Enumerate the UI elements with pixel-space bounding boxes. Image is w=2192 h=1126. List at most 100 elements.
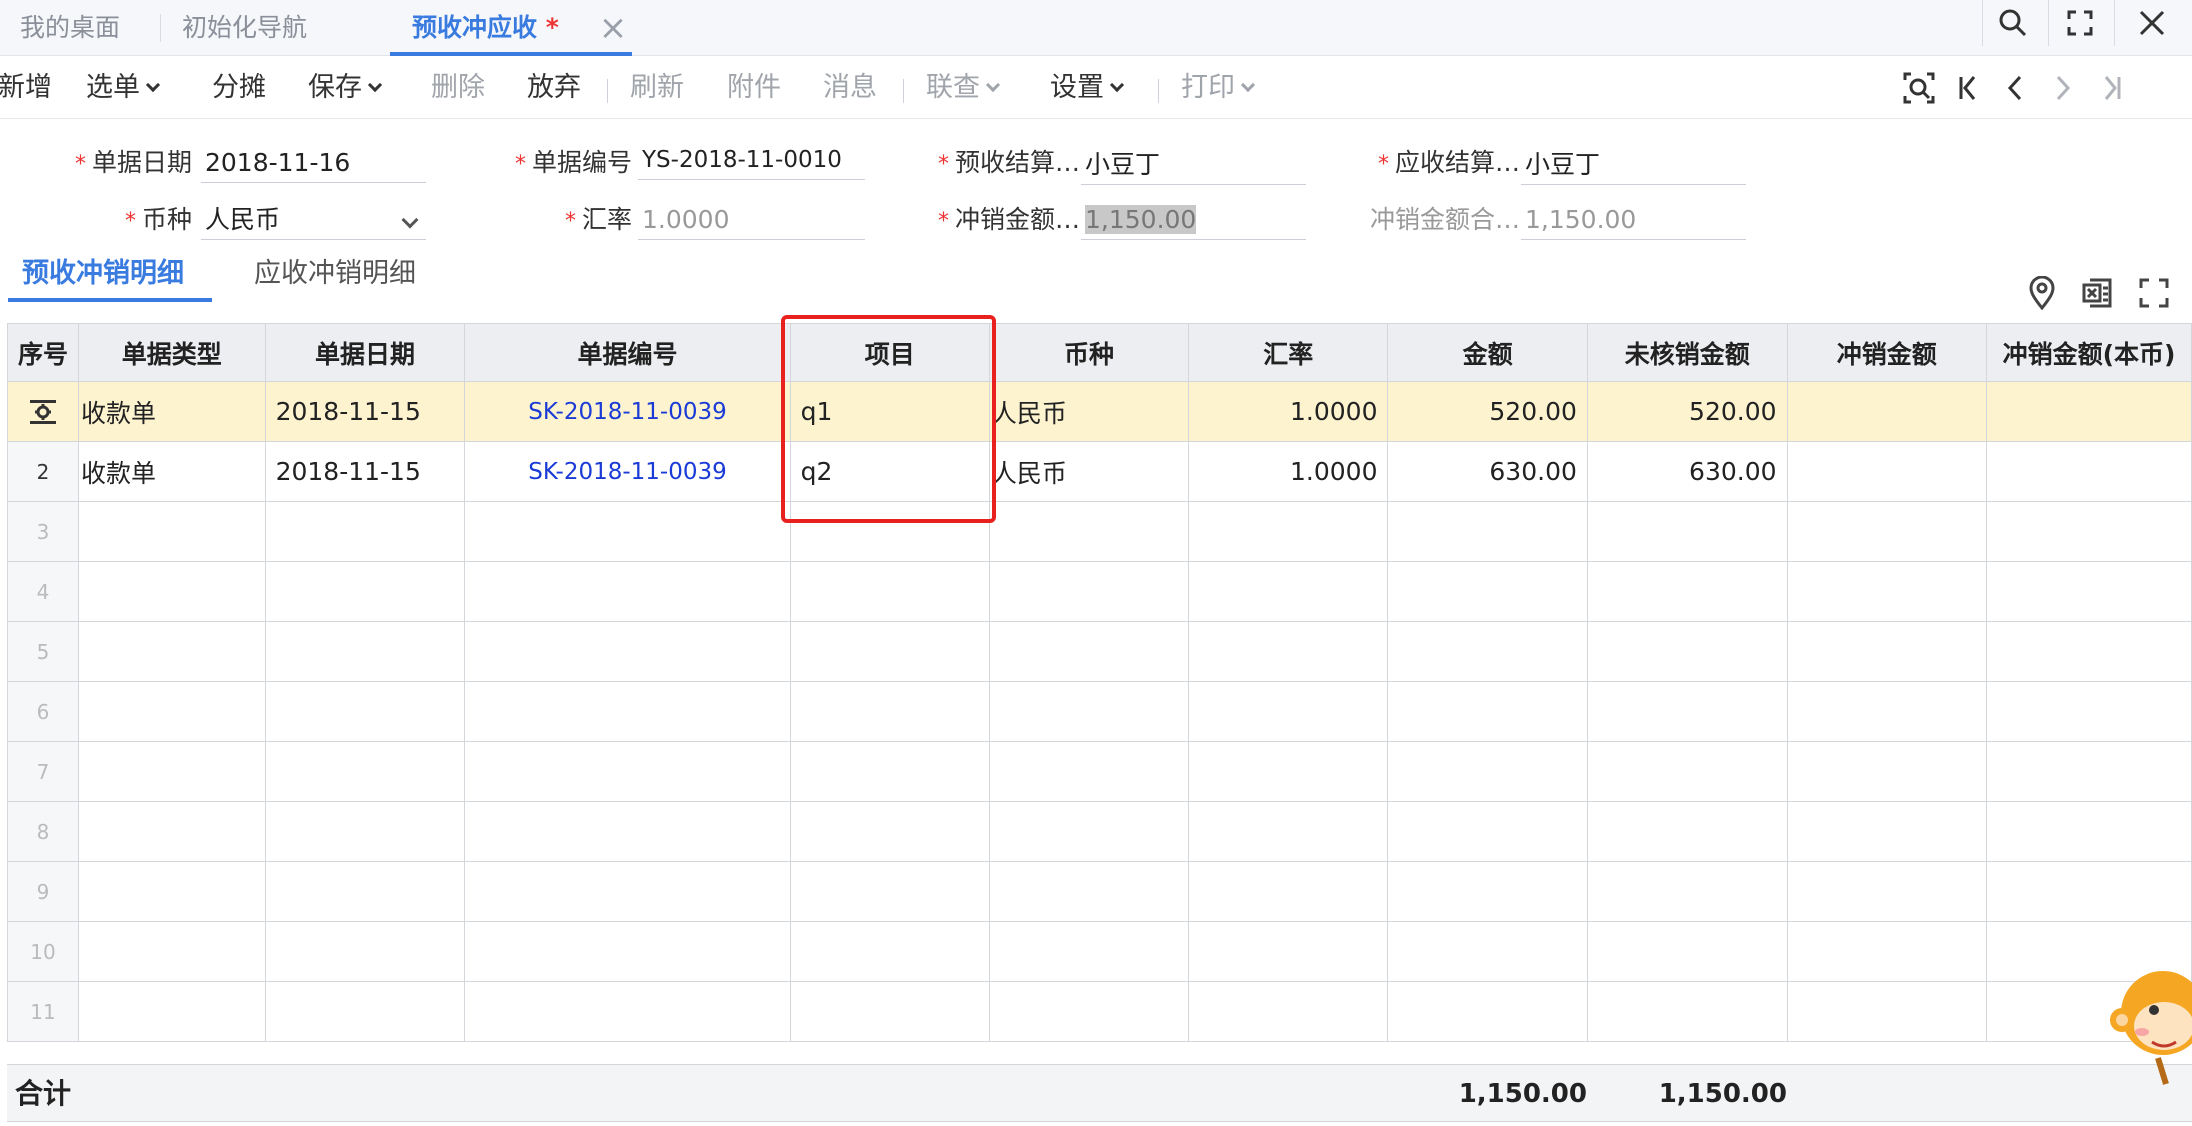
- maximize-icon[interactable]: [2048, 0, 2112, 46]
- table-cell[interactable]: [988, 741, 1190, 802]
- table-cell[interactable]: [78, 921, 266, 982]
- table-cell[interactable]: [1786, 681, 1988, 742]
- table-cell[interactable]: [1188, 861, 1389, 922]
- table-cell[interactable]: [78, 621, 266, 682]
- tab-prepay-offset-receivable[interactable]: 预收冲应收 *: [412, 0, 559, 56]
- table-cell[interactable]: [264, 681, 466, 742]
- table-cell[interactable]: [1188, 621, 1389, 682]
- table-cell[interactable]: [1387, 561, 1588, 622]
- last-record-icon[interactable]: [2092, 69, 2130, 107]
- tab-receivable-detail[interactable]: 应收冲销明细: [254, 252, 416, 296]
- table-row[interactable]: 8: [6, 801, 2192, 862]
- table-cell[interactable]: [264, 621, 466, 682]
- cell-writeoff[interactable]: [1786, 381, 1988, 442]
- table-cell[interactable]: [1188, 921, 1389, 982]
- table-cell[interactable]: [1786, 561, 1988, 622]
- table-cell[interactable]: [1986, 621, 2192, 682]
- table-cell[interactable]: [1586, 921, 1788, 982]
- table-cell[interactable]: [1387, 981, 1588, 1042]
- cell-currency[interactable]: 人民币: [988, 441, 1190, 502]
- table-cell[interactable]: [464, 861, 791, 922]
- table-cell[interactable]: [1586, 501, 1788, 562]
- currency-select[interactable]: 人民币: [201, 200, 426, 240]
- table-cell[interactable]: [1786, 501, 1988, 562]
- table-cell[interactable]: [264, 801, 466, 862]
- table-cell[interactable]: [1188, 561, 1389, 622]
- table-cell[interactable]: [1387, 681, 1588, 742]
- table-cell[interactable]: [264, 981, 466, 1042]
- table-cell[interactable]: [78, 681, 266, 742]
- table-cell[interactable]: [78, 741, 266, 802]
- row-operation-icon[interactable]: [28, 397, 58, 427]
- table-cell[interactable]: [1586, 621, 1788, 682]
- table-cell[interactable]: [264, 741, 466, 802]
- preview-icon[interactable]: [1900, 69, 1938, 107]
- table-cell[interactable]: [1986, 741, 2192, 802]
- table-cell[interactable]: [1188, 741, 1389, 802]
- new-button[interactable]: 新增: [0, 57, 52, 119]
- table-row[interactable]: 11: [6, 981, 2192, 1042]
- cell-doc-date[interactable]: 2018-11-15: [264, 441, 466, 502]
- writeoff-total-field[interactable]: 1,150.00: [1521, 200, 1746, 240]
- allocate-button[interactable]: 分摊: [212, 57, 266, 119]
- table-cell[interactable]: [789, 921, 990, 982]
- select-button[interactable]: 选单: [86, 57, 161, 119]
- table-cell[interactable]: [1586, 561, 1788, 622]
- table-row[interactable]: 10: [6, 921, 2192, 982]
- column-header[interactable]: 冲销金额: [1786, 323, 1988, 382]
- table-cell[interactable]: [1786, 861, 1988, 922]
- table-cell[interactable]: [1387, 621, 1588, 682]
- table-cell[interactable]: [789, 741, 990, 802]
- table-cell[interactable]: [264, 921, 466, 982]
- table-row[interactable]: 3: [6, 501, 2192, 562]
- cell-amount[interactable]: 520.00: [1387, 381, 1588, 442]
- refresh-button[interactable]: 刷新: [630, 57, 684, 119]
- table-cell[interactable]: [78, 801, 266, 862]
- tab-prepay-detail[interactable]: 预收冲销明细: [22, 252, 184, 296]
- table-cell[interactable]: [1786, 981, 1988, 1042]
- cell-writeoff[interactable]: [1786, 441, 1988, 502]
- table-row[interactable]: 5: [6, 621, 2192, 682]
- prepay-party-field[interactable]: 小豆丁: [1081, 145, 1306, 185]
- previous-record-icon[interactable]: [1996, 69, 2034, 107]
- cell-doc-date[interactable]: 2018-11-15: [264, 381, 466, 442]
- save-button[interactable]: 保存: [308, 57, 383, 119]
- fullscreen-icon[interactable]: [2136, 275, 2172, 311]
- table-cell[interactable]: [464, 921, 791, 982]
- table-cell[interactable]: [1986, 501, 2192, 562]
- cell-rate[interactable]: 1.0000: [1188, 381, 1389, 442]
- table-row[interactable]: 7: [6, 741, 2192, 802]
- close-window-icon[interactable]: [2120, 0, 2184, 46]
- table-cell[interactable]: [1188, 981, 1389, 1042]
- table-row[interactable]: 9: [6, 861, 2192, 922]
- cell-writeoff-local[interactable]: [1986, 441, 2192, 502]
- row-operation-cell[interactable]: [6, 381, 80, 442]
- table-cell[interactable]: [789, 681, 990, 742]
- table-cell[interactable]: [78, 981, 266, 1042]
- column-header[interactable]: 金额: [1387, 323, 1588, 382]
- cell-unsettled[interactable]: 630.00: [1586, 441, 1788, 502]
- table-cell[interactable]: [1586, 741, 1788, 802]
- table-cell[interactable]: [1586, 801, 1788, 862]
- column-header[interactable]: 单据类型: [78, 323, 266, 382]
- cell-doc-type[interactable]: 收款单: [78, 441, 266, 502]
- table-cell[interactable]: [789, 981, 990, 1042]
- doc-date-field[interactable]: 2018-11-16: [201, 143, 426, 183]
- delete-button[interactable]: 删除: [431, 57, 485, 119]
- column-header[interactable]: 冲销金额(本币): [1986, 323, 2192, 382]
- table-cell[interactable]: [988, 681, 1190, 742]
- table-cell[interactable]: [789, 861, 990, 922]
- table-row[interactable]: 2 收款单 2018-11-15 SK-2018-11-0039 q2 人民币 …: [6, 441, 2192, 502]
- column-header[interactable]: 单据编号: [464, 323, 791, 382]
- table-cell[interactable]: [988, 981, 1190, 1042]
- abandon-button[interactable]: 放弃: [527, 57, 581, 119]
- table-cell[interactable]: [988, 921, 1190, 982]
- table-cell[interactable]: [464, 681, 791, 742]
- table-cell[interactable]: [1786, 801, 1988, 862]
- attachment-button[interactable]: 附件: [727, 57, 781, 119]
- table-cell[interactable]: [988, 621, 1190, 682]
- table-cell[interactable]: [1786, 921, 1988, 982]
- table-cell[interactable]: [264, 501, 466, 562]
- cell-doc-type[interactable]: 收款单: [78, 381, 266, 442]
- assistant-mascot[interactable]: [2108, 958, 2192, 1088]
